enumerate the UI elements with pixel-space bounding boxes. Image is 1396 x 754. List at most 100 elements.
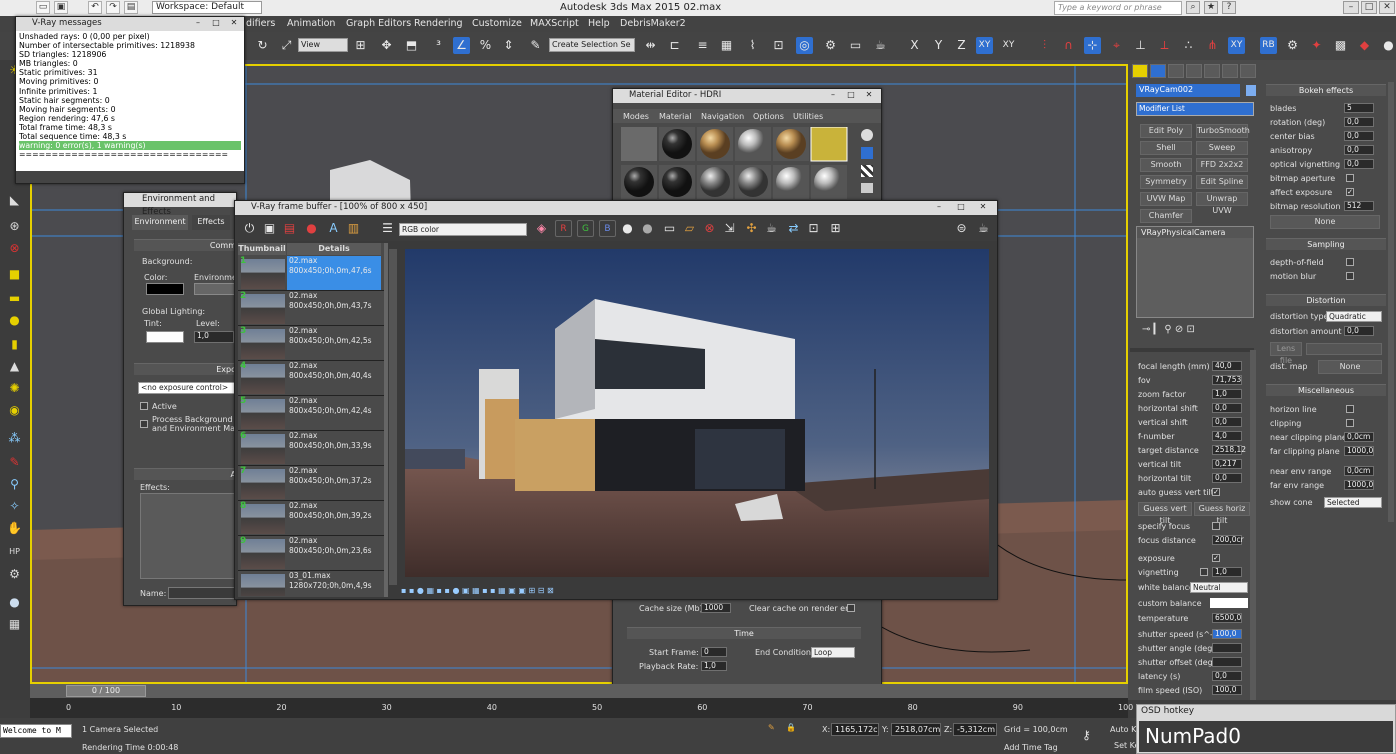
vray-settings-icon[interactable]: ⚙: [1284, 37, 1301, 54]
stack-tools-icons[interactable]: ⊸ ▎ ⚲ ⊘ ⊡: [1142, 324, 1195, 335]
camera-param-spinner[interactable]: 0,0: [1212, 417, 1242, 427]
history-menu-icon[interactable]: ☰: [379, 220, 396, 237]
history-row[interactable]: 3 02.max 800x450;0h,0m,42,5s: [238, 326, 384, 361]
stop-render-icon[interactable]: ⊗: [701, 220, 718, 237]
z-coordinate-field[interactable]: -5,312cm: [953, 723, 997, 736]
minimize-button[interactable]: –: [825, 90, 841, 101]
project-icon[interactable]: ▤: [124, 1, 138, 14]
axis-xy-2-button[interactable]: XY: [1228, 37, 1245, 54]
menu-debrismaker[interactable]: DebrisMaker2: [620, 18, 686, 29]
effects-list[interactable]: [140, 493, 238, 579]
bokeh-param-spinner[interactable]: 0,0: [1344, 117, 1374, 127]
axis-x-button[interactable]: X: [906, 37, 923, 54]
menu-customize[interactable]: Customize: [472, 18, 522, 29]
axis-xy-button[interactable]: XY: [976, 37, 993, 54]
lens-file-button[interactable]: Lens file: [1270, 342, 1302, 365]
utilities-tab-icon[interactable]: [1222, 64, 1238, 78]
snap-3-icon[interactable]: ³: [430, 37, 447, 54]
far-clip-spinner[interactable]: 1000,0: [1344, 446, 1374, 456]
bitmap-none-button[interactable]: None: [1270, 215, 1380, 229]
axis-xy-cycle-button[interactable]: XY: [1000, 37, 1017, 54]
schematic-icon[interactable]: ⊡: [770, 37, 787, 54]
background-color-swatch[interactable]: [146, 283, 184, 295]
modifier-button[interactable]: UVW Map: [1140, 192, 1192, 206]
add-time-tag[interactable]: Add Time Tag: [1004, 743, 1058, 752]
menu-modifiers[interactable]: difiers: [246, 18, 275, 29]
sphere-white-icon[interactable]: ●: [6, 594, 23, 610]
near-clip-spinner[interactable]: 0,0cm: [1344, 432, 1374, 442]
modifier-stack[interactable]: VRayPhysicalCamera: [1136, 226, 1254, 318]
tab-effects[interactable]: Effects: [192, 215, 230, 230]
history-row[interactable]: 9 02.max 800x450;0h,0m,23,6s: [238, 536, 384, 571]
modifier-button[interactable]: TurboSmooth: [1196, 124, 1250, 138]
axis-y-button[interactable]: Y: [930, 37, 947, 54]
modifier-button[interactable]: Chamfer: [1140, 209, 1192, 223]
tab-environment[interactable]: Environment: [132, 215, 188, 230]
guess-vert-button[interactable]: Guess vert tilt: [1138, 502, 1192, 525]
vray-rb-icon[interactable]: RB: [1260, 37, 1277, 54]
clipping-checkbox[interactable]: [1346, 419, 1354, 427]
hand-icon[interactable]: ✋: [6, 520, 23, 536]
light-icon[interactable]: ✺: [6, 380, 23, 396]
level-spinner[interactable]: 1,0: [194, 331, 234, 343]
distortion-type-dropdown[interactable]: Quadratic: [1326, 311, 1382, 322]
distortion-amount-spinner[interactable]: 0,0: [1344, 326, 1374, 336]
display-tab-icon[interactable]: [1204, 64, 1220, 78]
image-scrollbar[interactable]: [389, 249, 397, 585]
undo-icon[interactable]: ↶: [88, 1, 102, 14]
near-env-spinner[interactable]: 0,0cm: [1344, 466, 1374, 476]
binoculars-icon[interactable]: ⌕: [1186, 1, 1200, 14]
custom-balance-swatch[interactable]: [1210, 598, 1248, 608]
close-button[interactable]: ✕: [226, 18, 242, 29]
vignetting-spinner[interactable]: 1,0: [1212, 567, 1242, 577]
region-render-icon[interactable]: ✣: [743, 220, 760, 237]
modifier-button[interactable]: Edit Poly: [1140, 124, 1192, 138]
background-checker-icon[interactable]: [861, 165, 873, 177]
modifier-button[interactable]: Unwrap UVW: [1196, 192, 1248, 215]
camera-param-spinner[interactable]: 0,0: [1212, 473, 1242, 483]
sample-type-icon[interactable]: [861, 129, 873, 141]
distortion-header[interactable]: Distortion: [1266, 294, 1386, 306]
exposure-control-dropdown[interactable]: <no exposure control>: [138, 382, 238, 394]
render-frame-icon[interactable]: ▭: [847, 37, 864, 54]
curve-editor-icon[interactable]: ⌇: [744, 37, 761, 54]
camera-param-spinner[interactable]: 40,0: [1212, 361, 1242, 371]
green-channel-toggle[interactable]: G: [577, 220, 594, 237]
vfb-settings-icon[interactable]: ⊜: [953, 220, 970, 237]
pivot-icon[interactable]: ⊞: [352, 37, 369, 54]
cone-icon[interactable]: ▲: [6, 358, 23, 374]
material-editor-icon[interactable]: ◎: [796, 37, 813, 54]
white-balance-dropdown[interactable]: Neutral: [1190, 582, 1248, 593]
vray-messages-title[interactable]: V-Ray messages – □ ✕: [16, 17, 244, 31]
exposure-checkbox[interactable]: ✓: [1212, 554, 1220, 562]
color-corrections-icon[interactable]: ◈: [533, 220, 550, 237]
history-row[interactable]: 1 02.max 800x450;0h,0m,47,6s: [238, 256, 384, 291]
y-coordinate-field[interactable]: 2518,07cm: [891, 723, 941, 736]
maximize-button[interactable]: □: [953, 202, 969, 213]
history-row[interactable]: 6 02.max 800x450;0h,0m,33,9s: [238, 431, 384, 466]
sphere-tool-icon[interactable]: ●: [1380, 37, 1396, 54]
particle-icon[interactable]: ⁂: [6, 430, 23, 446]
menu-animation[interactable]: Animation: [287, 18, 335, 29]
shutter-offset-spinner[interactable]: [1212, 657, 1242, 667]
material-sample-slots[interactable]: [621, 127, 853, 201]
selection-lock-icon[interactable]: 🔒: [786, 723, 796, 732]
vfb-title[interactable]: V-Ray frame buffer - [100% of 800 x 450]…: [235, 201, 997, 215]
far-env-spinner[interactable]: 1000,0: [1344, 480, 1374, 490]
hp-icon[interactable]: HP: [6, 544, 23, 560]
menu-navigation[interactable]: Navigation: [701, 112, 744, 121]
bitmap-aperture-checkbox[interactable]: [1346, 174, 1354, 182]
render-teapot-icon[interactable]: ☕: [975, 220, 992, 237]
auto-guess-checkbox[interactable]: ✓: [1212, 488, 1220, 496]
snap-tool-6-icon[interactable]: ⟂: [1156, 37, 1173, 54]
sample-uv-icon[interactable]: [861, 183, 873, 193]
render-icon[interactable]: ☕: [872, 37, 889, 54]
end-condition-dropdown[interactable]: Loop: [811, 647, 855, 658]
minimize-button[interactable]: –: [931, 202, 947, 213]
tool-icon-3[interactable]: ⊗: [6, 240, 23, 256]
record-icon[interactable]: ●: [303, 220, 320, 237]
tool-icon-2[interactable]: ⊛: [6, 218, 23, 234]
shutter-speed-spinner[interactable]: 100,0: [1212, 629, 1242, 639]
hierarchy-tab-icon[interactable]: [1168, 64, 1184, 78]
red-channel-toggle[interactable]: R: [555, 220, 572, 237]
